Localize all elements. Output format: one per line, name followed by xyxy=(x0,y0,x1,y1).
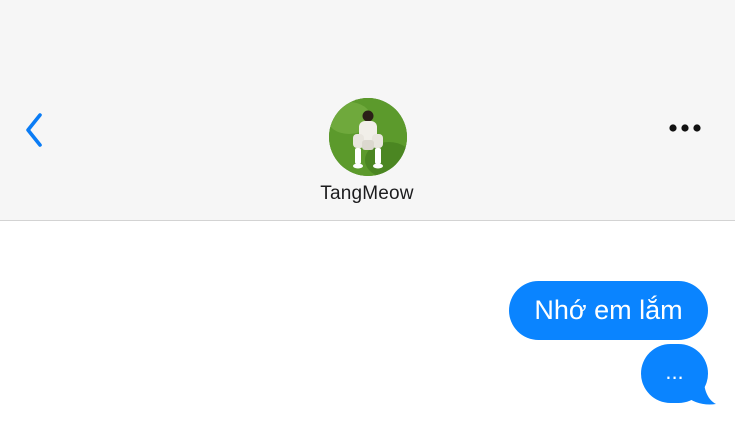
message-bubble-typing[interactable]: ... xyxy=(641,344,708,403)
message-bubble-outgoing[interactable]: Nhớ em lắm xyxy=(509,281,708,340)
contact-avatar[interactable] xyxy=(329,98,407,176)
chat-header: TangMeow xyxy=(0,0,735,221)
message-text: Nhớ em lắm xyxy=(534,295,683,325)
more-options-button[interactable] xyxy=(662,112,708,144)
contact-photo xyxy=(329,98,407,176)
typing-dots: ... xyxy=(665,358,684,384)
back-button[interactable] xyxy=(14,108,54,152)
chevron-left-icon xyxy=(26,113,42,147)
contact-name[interactable]: TangMeow xyxy=(267,183,467,207)
ellipsis-icon xyxy=(669,124,701,132)
